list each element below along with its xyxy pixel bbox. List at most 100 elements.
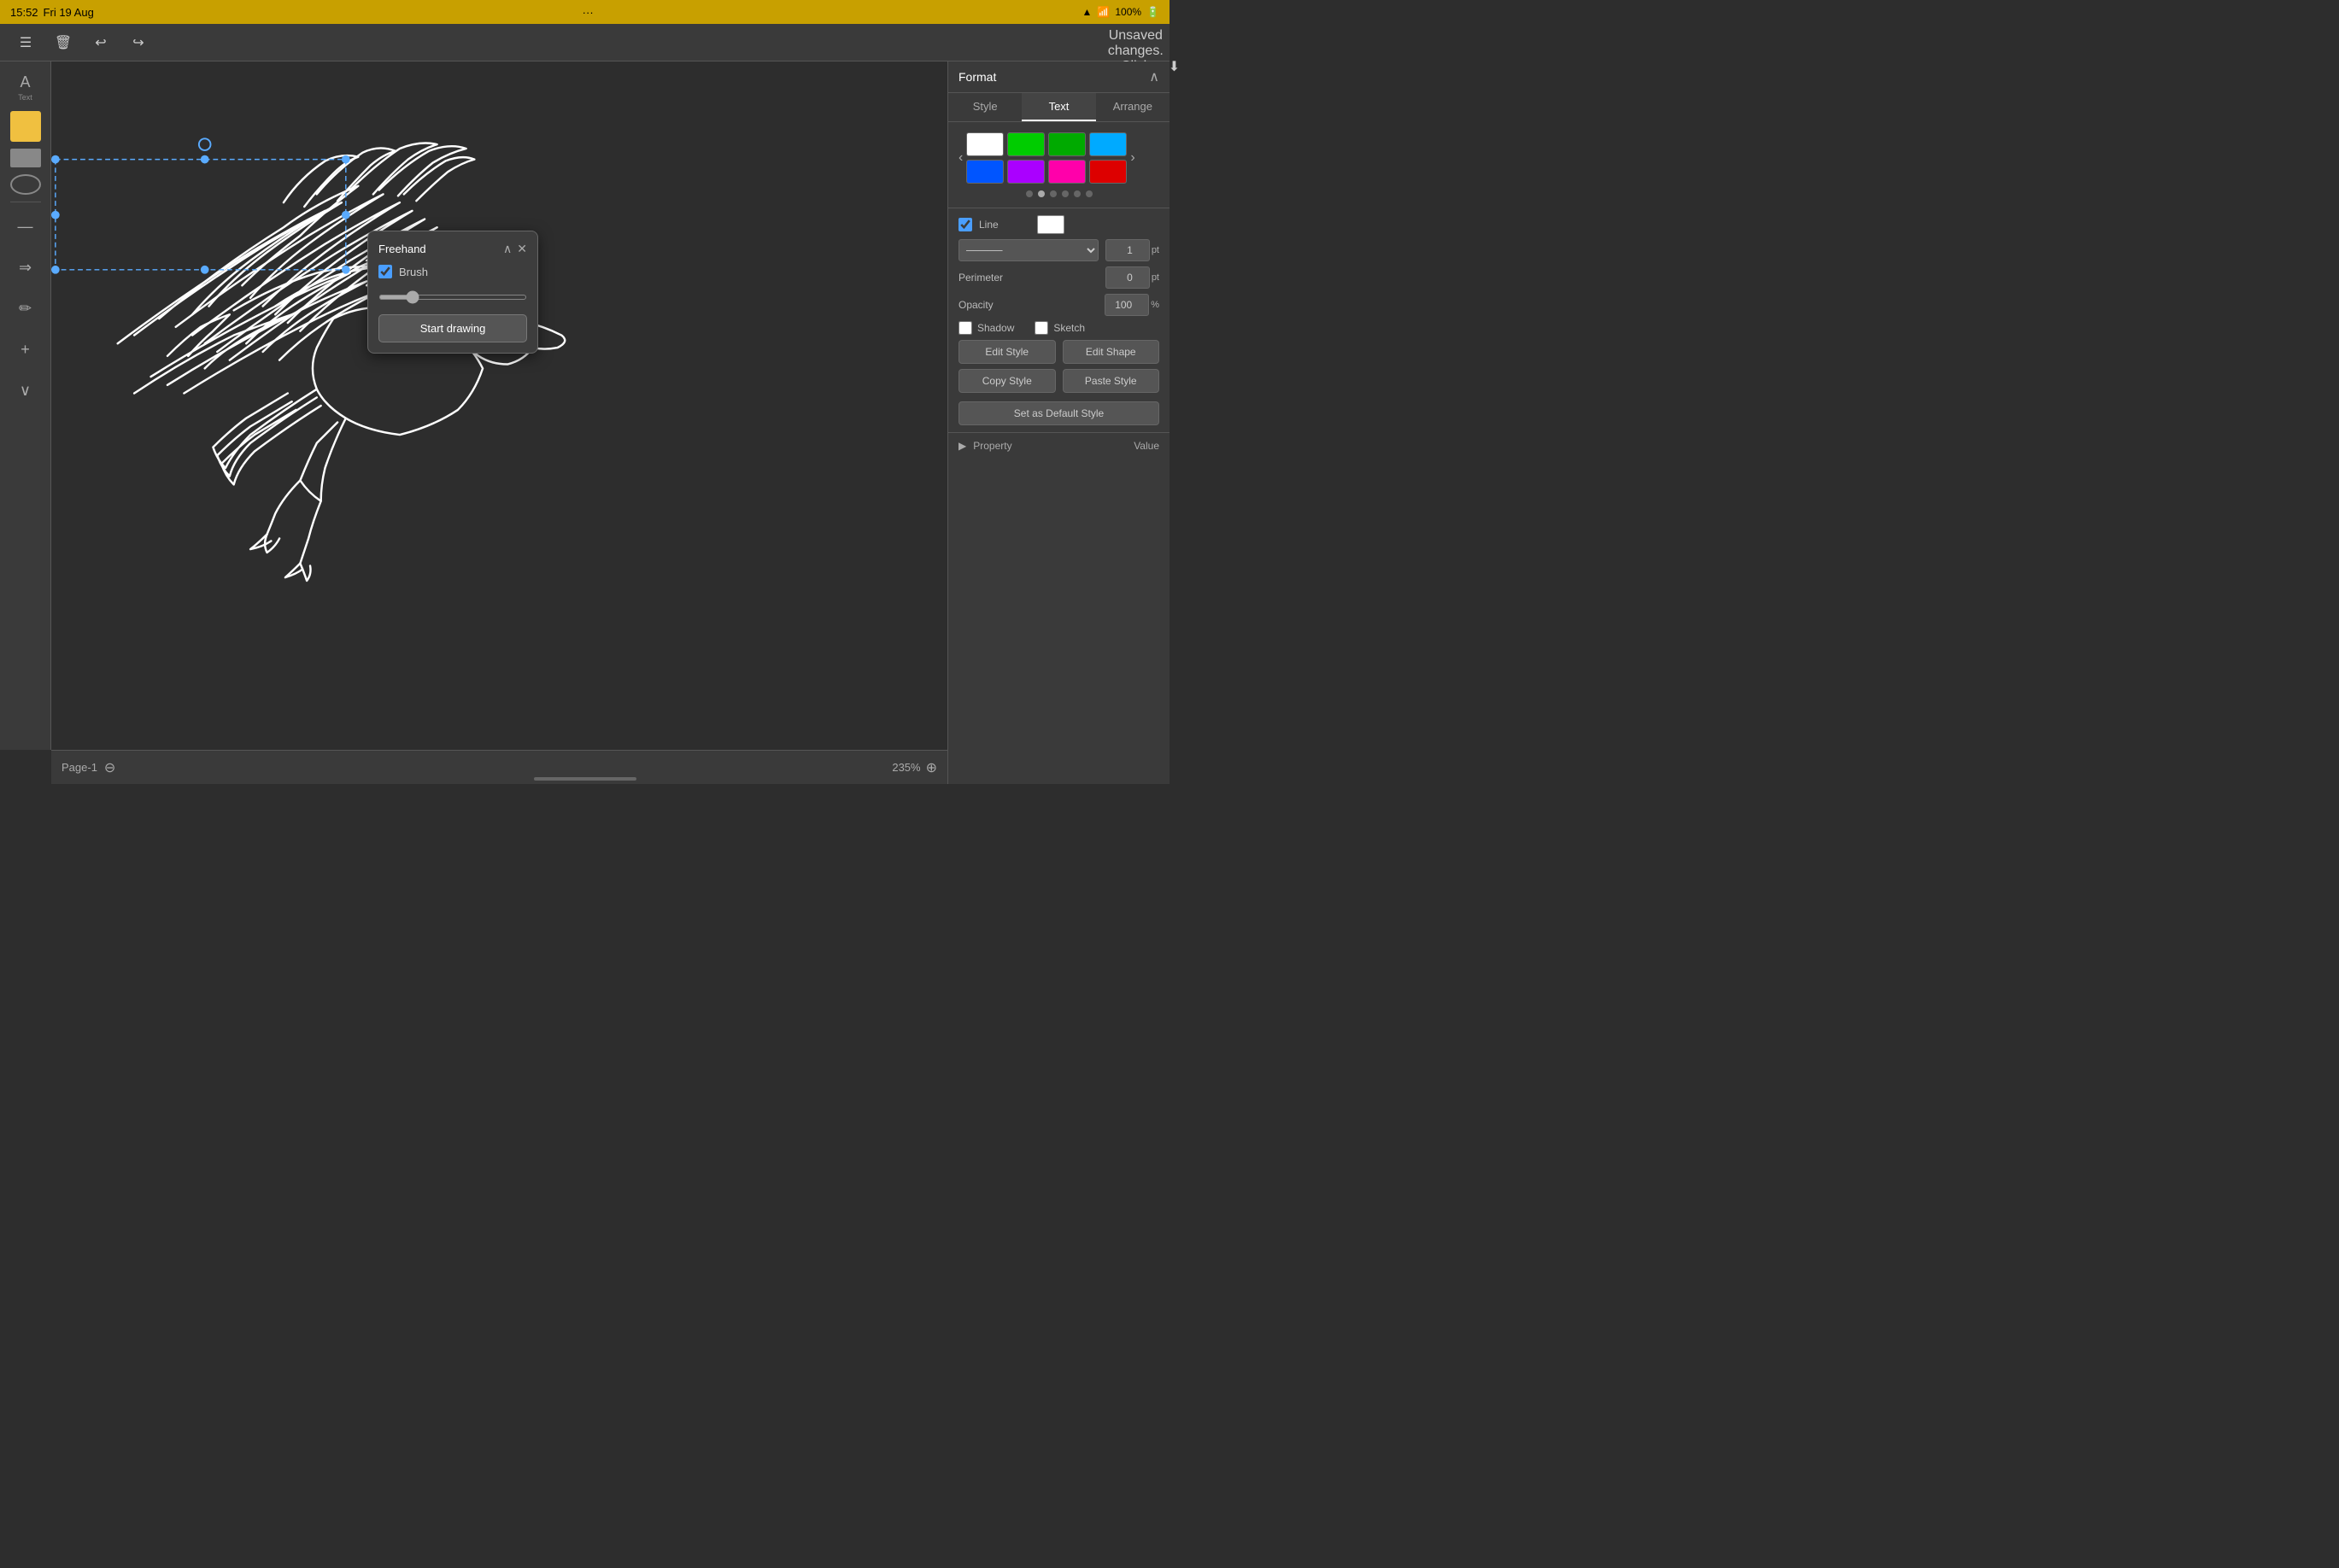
format-collapse-button[interactable]: ∧ xyxy=(1149,68,1159,85)
freehand-brush-label: Brush xyxy=(399,266,428,278)
start-drawing-button[interactable]: Start drawing xyxy=(378,314,527,342)
color-swatch-pink[interactable] xyxy=(1048,160,1086,184)
undo-button[interactable]: ↩ xyxy=(85,29,116,56)
pen-icon: ✏ xyxy=(19,300,32,318)
property-table-header[interactable]: ▶ Property Value xyxy=(958,440,1159,452)
color-page-dots xyxy=(958,187,1159,201)
tab-text[interactable]: Text xyxy=(1022,93,1095,121)
color-page-dot-2 xyxy=(1038,190,1045,197)
color-swatch-yellow[interactable] xyxy=(10,111,41,142)
property-section: ▶ Property Value xyxy=(948,432,1170,459)
shadow-checkbox[interactable] xyxy=(958,321,972,335)
add-tool[interactable]: + xyxy=(7,331,44,368)
zoom-in-button[interactable]: ⊕ xyxy=(926,759,937,776)
freehand-popup: Freehand ∧ ✕ Brush Start drawing xyxy=(367,231,538,354)
color-swatch-blue2[interactable] xyxy=(966,160,1004,184)
color-swatch-blue1[interactable] xyxy=(1089,132,1127,156)
redo-button[interactable]: ↪ xyxy=(123,29,154,56)
opacity-input[interactable] xyxy=(1105,294,1149,316)
chevron-down-icon: ∨ xyxy=(20,382,31,400)
property-collapse-icon: ▶ xyxy=(958,440,966,452)
sketch-label: Sketch xyxy=(1053,322,1085,334)
freehand-brush-row: Brush xyxy=(378,265,527,278)
line-width-unit: pt xyxy=(1152,245,1159,255)
freehand-close-button[interactable]: ✕ xyxy=(517,242,527,256)
zoom-info: 235% ⊕ xyxy=(892,759,937,776)
format-header: Format ∧ xyxy=(948,61,1170,93)
text-tool[interactable]: A Text xyxy=(7,68,44,106)
color-swatch-purple[interactable] xyxy=(1007,160,1045,184)
color-nav: ‹ › xyxy=(958,129,1159,187)
opacity-unit: % xyxy=(1151,300,1159,310)
shadow-row: Shadow xyxy=(958,321,1014,335)
arrow-tool[interactable]: ⇒ xyxy=(7,249,44,286)
scroll-indicator xyxy=(534,777,636,781)
copy-style-button[interactable]: Copy Style xyxy=(958,369,1056,393)
opacity-row: Opacity % xyxy=(958,294,1159,316)
perimeter-row: Perimeter pt xyxy=(958,266,1159,289)
property-value-label: Value xyxy=(1134,440,1159,452)
line-style-select[interactable]: ───── - - - - xyxy=(958,239,1099,261)
plus-icon: + xyxy=(21,341,30,359)
perimeter-input[interactable] xyxy=(1105,266,1150,289)
page-label: Page-1 xyxy=(62,761,97,774)
color-swatch-red[interactable] xyxy=(1089,160,1127,184)
color-swatch-green1[interactable] xyxy=(1007,132,1045,156)
delete-button[interactable]: 🗑 xyxy=(48,29,79,56)
edit-shape-button[interactable]: Edit Shape xyxy=(1063,340,1160,364)
sketch-checkbox[interactable] xyxy=(1035,321,1048,335)
battery-label: 100% xyxy=(1115,6,1141,18)
color-section: ‹ › xyxy=(948,122,1170,208)
tab-style[interactable]: Style xyxy=(948,93,1022,121)
line-section: Line ───── - - - - pt Perimeter pt Opaci… xyxy=(948,208,1170,432)
line-tool[interactable]: — xyxy=(7,208,44,245)
color-page-dot-4 xyxy=(1062,190,1069,197)
freehand-header-buttons: ∧ ✕ xyxy=(503,242,527,256)
color-grid xyxy=(966,132,1127,184)
shadow-label: Shadow xyxy=(977,322,1014,334)
color-page-dot-6 xyxy=(1086,190,1093,197)
wifi-icon: 📶 xyxy=(1097,6,1110,18)
zoom-out-button[interactable]: ⊖ xyxy=(104,759,115,776)
bird-drawing xyxy=(51,61,947,750)
shape-rect-tool[interactable] xyxy=(10,149,41,167)
color-next-button[interactable]: › xyxy=(1130,150,1134,166)
set-default-style-button[interactable]: Set as Default Style xyxy=(958,401,1159,425)
time-display: 15:52 xyxy=(10,6,38,19)
edit-style-button[interactable]: Edit Style xyxy=(958,340,1056,364)
signal-icon: ▲ xyxy=(1082,6,1093,18)
draw-tool[interactable]: ✏ xyxy=(7,290,44,327)
paste-style-button[interactable]: Paste Style xyxy=(1063,369,1160,393)
copy-paste-buttons-row: Copy Style Paste Style xyxy=(958,369,1159,393)
download-icon: ⬇ xyxy=(1169,58,1180,75)
freehand-minimize-button[interactable]: ∧ xyxy=(503,242,512,256)
toolbar: ☰ 🗑 ↩ ↪ Unsaved changes. Click here to s… xyxy=(0,24,1170,61)
color-page-dot-1 xyxy=(1026,190,1033,197)
freehand-brush-size-slider[interactable] xyxy=(378,295,527,300)
tab-arrange[interactable]: Arrange xyxy=(1096,93,1170,121)
line-checkbox[interactable] xyxy=(958,218,972,231)
color-page-dot-5 xyxy=(1074,190,1081,197)
line-icon: — xyxy=(18,218,33,236)
freehand-brush-checkbox[interactable] xyxy=(378,265,392,278)
page-info: Page-1 ⊖ xyxy=(62,759,115,776)
line-width-input[interactable] xyxy=(1105,239,1150,261)
format-title: Format xyxy=(958,70,996,84)
format-tabs: Style Text Arrange xyxy=(948,93,1170,122)
canvas-area[interactable] xyxy=(51,61,947,750)
edit-buttons-row: Edit Style Edit Shape xyxy=(958,340,1159,364)
status-bar: 15:52 Fri 19 Aug ··· ▲ 📶 100% 🔋 xyxy=(0,0,1170,24)
property-header-label: Property xyxy=(973,440,1011,452)
zoom-level: 235% xyxy=(892,761,920,774)
freehand-title: Freehand xyxy=(378,243,426,255)
color-swatch-green2[interactable] xyxy=(1048,132,1086,156)
opacity-label: Opacity xyxy=(958,299,1010,311)
format-panel: Format ∧ Style Text Arrange ‹ › xyxy=(947,61,1170,784)
color-prev-button[interactable]: ‹ xyxy=(958,150,963,166)
sketch-row: Sketch xyxy=(1035,321,1085,335)
more-tool[interactable]: ∨ xyxy=(7,372,44,409)
color-swatch-white[interactable] xyxy=(966,132,1004,156)
shape-ellipse-tool[interactable] xyxy=(10,174,41,195)
line-color-box[interactable] xyxy=(1037,215,1064,234)
menu-button[interactable]: ☰ xyxy=(10,29,41,56)
